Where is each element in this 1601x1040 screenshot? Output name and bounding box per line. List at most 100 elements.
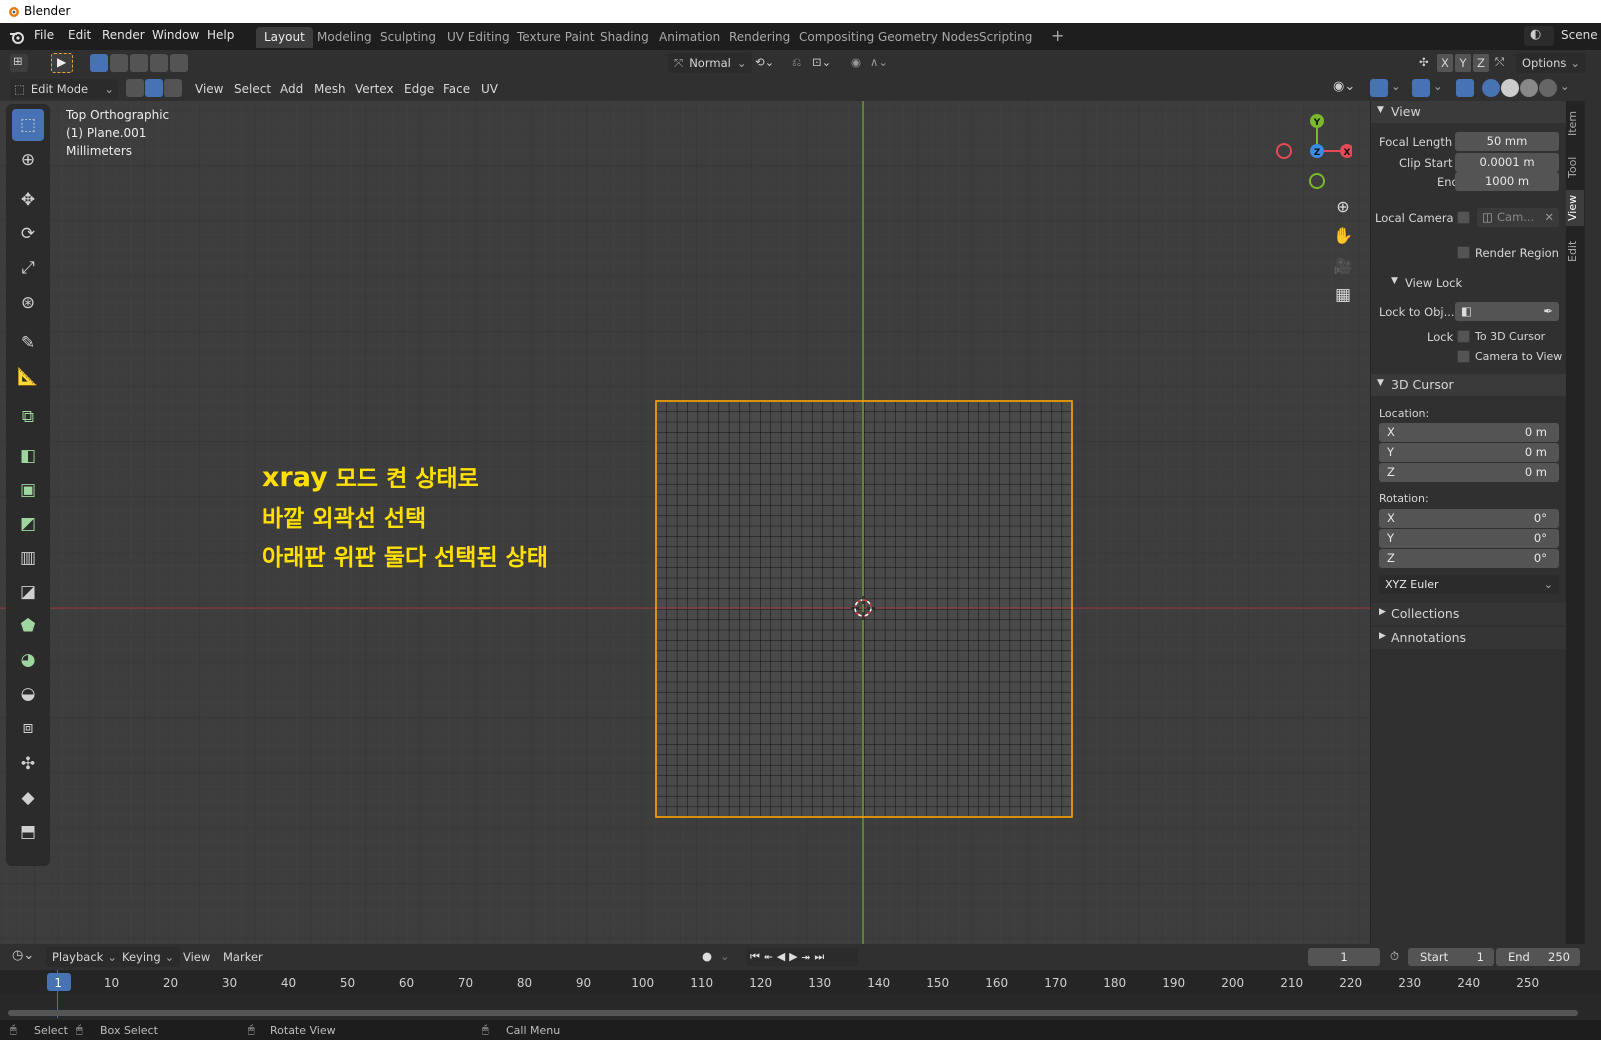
snap-target-icon[interactable]: ⊡⌄: [812, 55, 831, 69]
workspace-tab[interactable]: Compositing: [791, 27, 882, 48]
workspace-tab[interactable]: Geometry Nodes: [870, 27, 987, 48]
workspace-tab[interactable]: Texture Paint: [509, 27, 602, 48]
timeline-view-menu[interactable]: View: [183, 950, 210, 964]
select-box-tool-icon[interactable]: ⬚: [12, 109, 44, 141]
zoom-icon[interactable]: ⊕: [1331, 195, 1355, 219]
face-select-icon[interactable]: [164, 79, 182, 97]
loc-field[interactable]: Z 0 m: [1379, 463, 1559, 482]
annotations-panel-header[interactable]: ▶ Annotations: [1371, 627, 1566, 649]
tab-view[interactable]: View: [1566, 190, 1584, 226]
editor-type-icon[interactable]: ⊞: [10, 54, 28, 72]
mirror-z-toggle[interactable]: Z: [1473, 54, 1489, 72]
menu-edit[interactable]: Edit: [68, 28, 91, 42]
select-mode-invert-icon[interactable]: [150, 54, 168, 72]
select-mode-extend-icon[interactable]: [110, 54, 128, 72]
rendered-shading-icon[interactable]: [1539, 79, 1557, 97]
loc-field[interactable]: X 0 m: [1379, 423, 1559, 442]
auto-keying-icon[interactable]: ●: [702, 949, 712, 963]
menu-help[interactable]: Help: [207, 28, 234, 42]
topology-mirror-icon[interactable]: ⤲: [1495, 55, 1504, 70]
lock-to-object-field[interactable]: ◧ ✒: [1455, 302, 1559, 321]
workspace-tab[interactable]: Sculpting: [372, 27, 444, 48]
edge-slide-tool-icon[interactable]: ⧈: [12, 712, 44, 744]
visibility-icon[interactable]: ◉⌄: [1333, 79, 1355, 94]
tab-edit[interactable]: Edit: [1566, 236, 1584, 266]
rot-field[interactable]: Y 0°: [1379, 529, 1559, 548]
select-mode-subtract-icon[interactable]: [130, 54, 148, 72]
ortho-toggle-icon[interactable]: ▦: [1331, 283, 1355, 307]
timeline-scrollbar[interactable]: [8, 1010, 1578, 1016]
timeline-marker-menu[interactable]: Marker: [223, 950, 263, 964]
smooth-tool-icon[interactable]: ◒: [12, 678, 44, 710]
viewport-menu-item[interactable]: View: [195, 79, 223, 99]
collapse-arrow-icon[interactable]: ▼: [1391, 276, 1398, 286]
current-frame-field[interactable]: 1: [1308, 948, 1380, 966]
rip-tool-icon[interactable]: ⬒: [12, 816, 44, 848]
clip-end-field[interactable]: 1000 m: [1455, 172, 1559, 191]
mirror-y-toggle[interactable]: Y: [1455, 54, 1471, 72]
eyedropper-icon[interactable]: ✒: [1543, 302, 1553, 321]
workspace-tab[interactable]: Scripting: [971, 27, 1040, 48]
view-lock-header[interactable]: View Lock: [1405, 276, 1462, 290]
workspace-tab[interactable]: UV Editing: [439, 27, 518, 48]
rot-field[interactable]: X 0°: [1379, 509, 1559, 528]
vertex-select-icon[interactable]: [126, 79, 144, 97]
inset-tool-icon[interactable]: ▣: [12, 474, 44, 506]
pivot-point-icon[interactable]: ⟲⌄: [755, 55, 774, 69]
workspace-tab[interactable]: Shading: [592, 27, 657, 48]
add-cube-tool-icon[interactable]: ⧉: [12, 401, 44, 433]
shear-tool-icon[interactable]: ◆: [12, 782, 44, 814]
extrude-tool-icon[interactable]: ◧: [12, 440, 44, 472]
viewport-menu-item[interactable]: Face: [443, 79, 470, 99]
solid-shading-icon[interactable]: [1501, 79, 1519, 97]
view-panel-header[interactable]: ▼ View: [1371, 101, 1566, 123]
viewport-menu-item[interactable]: Select: [234, 79, 271, 99]
gizmo-toggle-icon[interactable]: [1370, 79, 1388, 97]
loc-field[interactable]: Y 0 m: [1379, 443, 1559, 462]
menu-window[interactable]: Window: [152, 28, 199, 42]
loop-cut-tool-icon[interactable]: ▥: [12, 542, 44, 574]
camera-view-icon[interactable]: 🎥: [1331, 254, 1355, 278]
menu-file[interactable]: File: [34, 28, 54, 42]
3d-viewport[interactable]: Top Orthographic (1) Plane.001 Millimete…: [0, 101, 1370, 944]
navigation-gizmo[interactable]: Y X Z: [1268, 109, 1352, 193]
wireframe-shading-icon[interactable]: [1482, 79, 1500, 97]
viewport-menu-item[interactable]: UV: [481, 79, 498, 99]
workspace-tab[interactable]: Animation: [651, 27, 728, 48]
clear-icon[interactable]: ✕: [1544, 208, 1554, 227]
focal-length-field[interactable]: 50 mm: [1455, 132, 1559, 151]
xray-toggle-icon[interactable]: [1456, 79, 1474, 97]
viewport-menu-item[interactable]: Edge: [404, 79, 434, 99]
tab-tool[interactable]: Tool: [1566, 152, 1584, 182]
stopwatch-icon[interactable]: ⏱: [1390, 949, 1399, 964]
viewport-menu-item[interactable]: Vertex: [355, 79, 394, 99]
bevel-tool-icon[interactable]: ◩: [12, 508, 44, 540]
pan-hand-icon[interactable]: ✋: [1331, 224, 1355, 248]
select-mode-new-icon[interactable]: [90, 54, 108, 72]
chevron-down-icon[interactable]: ⌄: [1433, 79, 1443, 93]
rotation-mode-dropdown[interactable]: XYZ Euler ⌄: [1379, 575, 1559, 594]
scene-selector-icon[interactable]: ◐: [1524, 26, 1554, 46]
shrink-fatten-tool-icon[interactable]: ✣: [12, 748, 44, 780]
cursor-tool-icon[interactable]: ⊕: [12, 144, 44, 176]
rotate-tool-icon[interactable]: ⟳: [12, 218, 44, 250]
rot-field[interactable]: Z 0°: [1379, 549, 1559, 568]
overlay-toggle-icon[interactable]: [1412, 79, 1430, 97]
collections-panel-header[interactable]: ▶ Collections: [1371, 603, 1566, 625]
viewport-menu-item[interactable]: Add: [280, 79, 303, 99]
snap-icon[interactable]: ⎌: [792, 55, 801, 70]
scene-name[interactable]: Scene: [1561, 28, 1598, 42]
add-workspace-icon[interactable]: +: [1051, 26, 1064, 45]
active-tool-icon[interactable]: ▶: [51, 53, 73, 73]
knife-tool-icon[interactable]: ◪: [12, 576, 44, 608]
playback-dropdown[interactable]: Playback ⌄: [46, 947, 123, 967]
mirror-x-toggle[interactable]: X: [1437, 54, 1453, 72]
3d-cursor-panel-header[interactable]: ▼ 3D Cursor: [1371, 374, 1566, 396]
camera-to-view-checkbox[interactable]: [1457, 350, 1470, 363]
workspace-tab[interactable]: Modeling: [309, 27, 380, 48]
blender-menu-icon[interactable]: [9, 29, 25, 45]
keying-dropdown[interactable]: Keying ⌄: [116, 947, 181, 967]
edge-select-icon[interactable]: [145, 79, 163, 97]
chevron-down-icon[interactable]: ⌄: [720, 949, 730, 963]
end-frame-field[interactable]: End 250: [1496, 948, 1580, 966]
